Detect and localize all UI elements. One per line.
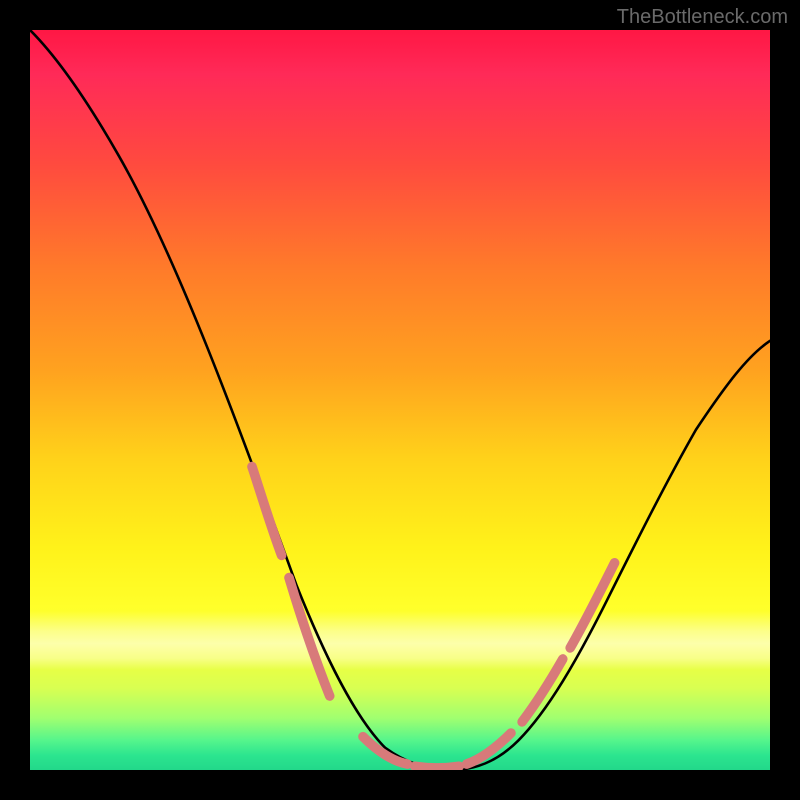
dashed-segments	[252, 467, 615, 768]
bottleneck-curve	[30, 30, 770, 770]
watermark-text: TheBottleneck.com	[617, 6, 788, 29]
curve-layer	[30, 30, 770, 770]
plot-area	[30, 30, 770, 770]
chart-frame: TheBottleneck.com	[0, 0, 800, 800]
